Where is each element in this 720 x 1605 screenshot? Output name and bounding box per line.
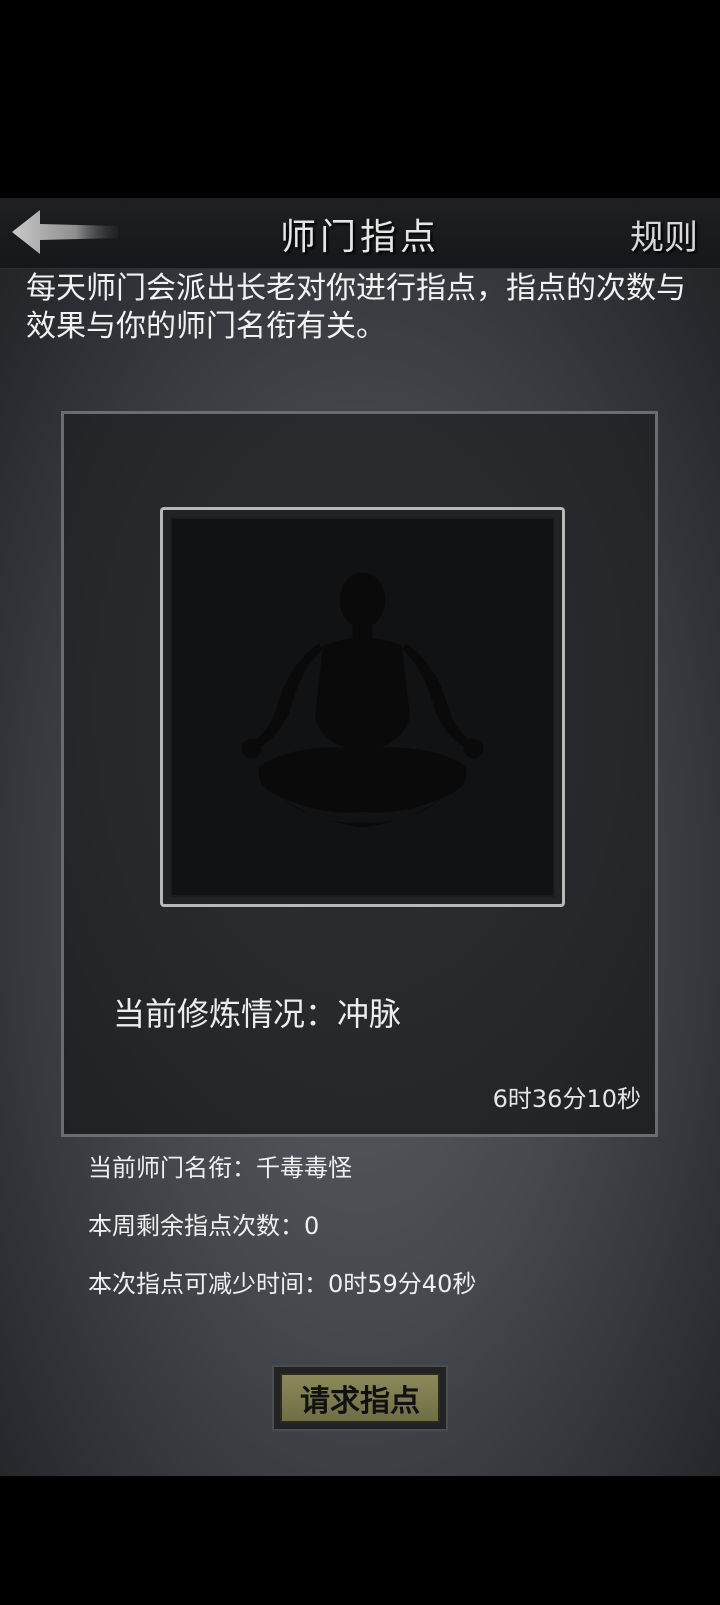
master-guidance-screen: 师门指点 规则 每天师门会派出长老对你进行指点，指点的次数与效果与你的师门名衔有… [0,198,720,1476]
meditating-figure-icon [241,572,484,828]
time-reduction-text: 本次指点可减少时间：0时59分40秒 [88,1270,477,1298]
request-guidance-label: 请求指点 [280,1373,440,1423]
guidance-card: 当前修炼情况：冲脉 6时36分10秒 [61,411,658,1137]
sect-rank-text: 当前师门名衔：千毒毒怪 [88,1154,352,1182]
page-title: 师门指点 [279,217,440,258]
remaining-guidance-count: 本周剩余指点次数：0 [88,1212,320,1240]
portrait-frame [160,507,565,907]
cultivation-status: 当前修炼情况：冲脉 [113,995,402,1033]
intro-text: 每天师门会派出长老对你进行指点，指点的次数与效果与你的师门名衔有关。 [26,271,686,344]
request-guidance-button[interactable]: 请求指点 [272,1365,448,1431]
portrait-area [172,519,553,895]
top-bar: 师门指点 规则 [0,198,720,269]
rules-button[interactable]: 规则 [630,210,698,259]
countdown-timer: 6时36分10秒 [492,1085,641,1113]
